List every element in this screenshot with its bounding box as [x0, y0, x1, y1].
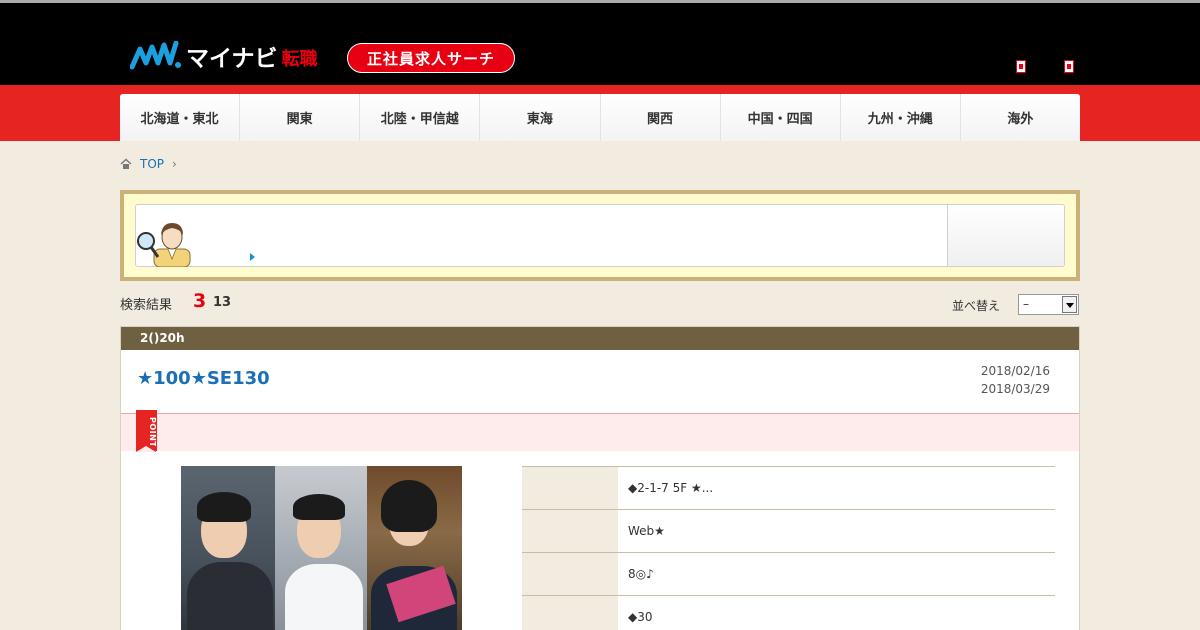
- banner-inner: [135, 204, 1065, 267]
- job-card: 2()20h ★100★SE130 2018/02/16 2018/03/29 …: [120, 326, 1080, 630]
- nav-item-kanto[interactable]: 関東: [240, 94, 361, 141]
- search-badge[interactable]: 正社員求人サーチ: [347, 43, 515, 73]
- logo-mark-icon: [130, 41, 181, 70]
- point-ribbon: POINT: [136, 410, 157, 452]
- banner-arrow-icon[interactable]: [250, 253, 255, 261]
- nav-item-tokai[interactable]: 東海: [480, 94, 601, 141]
- nav-item-kyushu-okinawa[interactable]: 九州・沖縄: [840, 94, 961, 141]
- search-condition-banner: [120, 190, 1080, 281]
- logo-sub-text: 転職: [281, 49, 318, 70]
- result-label: 検索結果: [120, 298, 173, 313]
- detail-salary: ◆30: [628, 610, 653, 624]
- logo-text: マイナビ: [186, 46, 278, 72]
- job-card-header: 2()20h: [121, 327, 1079, 350]
- nav-item-chugoku-shikoku[interactable]: 中国・四国: [720, 94, 841, 141]
- date-end: 2018/03/29: [980, 382, 1050, 396]
- nav-item-kansai[interactable]: 関西: [600, 94, 721, 141]
- point-band: [121, 413, 1079, 451]
- table-row: ◆2-1-7 5F ★...: [522, 466, 1055, 509]
- job-detail-table: ◆2-1-7 5F ★... Web★ 8◎♪ ◆30: [522, 466, 1055, 630]
- nav-item-hokuriku-koshinetsu[interactable]: 北陸・甲信越: [360, 94, 481, 141]
- detail-job-type: Web★: [628, 524, 665, 538]
- site-logo[interactable]: マイナビ 転職: [130, 39, 318, 73]
- banner-action-button[interactable]: [947, 205, 1064, 266]
- photo-panel-1: [181, 466, 275, 630]
- job-dates: 2018/02/16 2018/03/29: [981, 362, 1050, 398]
- chevron-right-icon: ›: [172, 157, 177, 171]
- header-bookmark-icon[interactable]: [1016, 60, 1026, 73]
- sort-selected-value: –: [1023, 297, 1029, 311]
- site-header: マイナビ 転職 正社員求人サーチ: [0, 3, 1200, 85]
- sort-label: 並べ替え: [952, 299, 1001, 313]
- sort-select[interactable]: –: [1018, 294, 1079, 315]
- advisor-illustration-icon: [137, 223, 191, 267]
- breadcrumb-home-link[interactable]: TOP: [140, 157, 164, 171]
- breadcrumb: TOP ›: [120, 156, 177, 172]
- photo-panel-2: [275, 466, 367, 630]
- nav-item-overseas[interactable]: 海外: [960, 94, 1080, 141]
- result-total: 13: [213, 295, 232, 310]
- header-history-icon[interactable]: [1064, 60, 1074, 73]
- job-title-link[interactable]: ★100★SE130: [137, 368, 270, 389]
- detail-location: ◆2-1-7 5F ★...: [628, 481, 714, 495]
- nav-item-hokkaido-tohoku[interactable]: 北海道・東北: [120, 94, 241, 141]
- detail-hours: 8◎♪: [628, 567, 654, 581]
- region-nav: 北海道・東北 関東 北陸・甲信越 東海 関西 中国・四国 九州・沖縄 海外: [120, 94, 1080, 141]
- date-posted: 2018/02/16: [980, 364, 1050, 378]
- table-row: Web★: [522, 509, 1055, 552]
- photo-panel-3: [367, 466, 462, 630]
- home-icon: [120, 158, 132, 169]
- dropdown-arrow-icon[interactable]: [1062, 296, 1077, 313]
- result-count: 3: [193, 290, 207, 312]
- table-row: ◆30: [522, 595, 1055, 630]
- job-photo: [181, 466, 462, 630]
- table-row: 8◎♪: [522, 552, 1055, 595]
